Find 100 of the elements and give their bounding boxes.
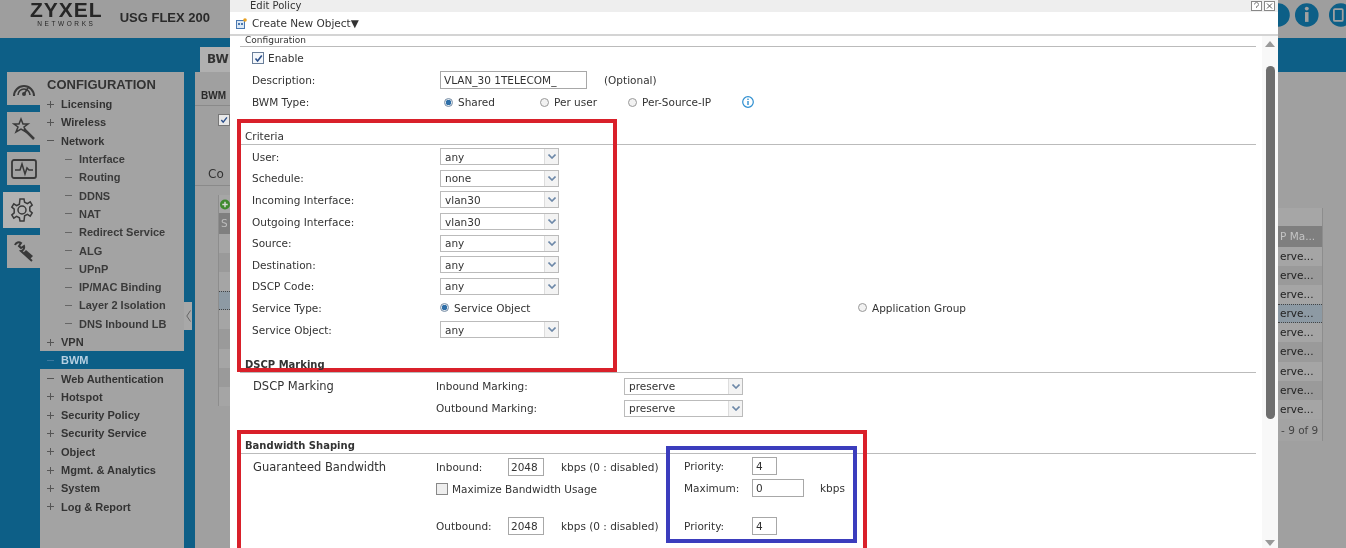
radio-label: Application Group bbox=[872, 301, 966, 314]
plus-icon bbox=[47, 430, 54, 437]
table-row[interactable] bbox=[219, 291, 230, 311]
caret-icon bbox=[547, 219, 556, 225]
dropdown[interactable]: preserve bbox=[624, 377, 743, 395]
menu-item[interactable]: Licensing bbox=[40, 95, 184, 114]
field-label: User: bbox=[252, 150, 281, 163]
checkbox-label: Enable bbox=[268, 52, 304, 64]
sidebar-tab[interactable] bbox=[7, 72, 40, 105]
create-object-menu[interactable]: Create New Object▼ bbox=[252, 17, 359, 29]
header-band bbox=[1278, 38, 1346, 72]
chevron-left-icon bbox=[185, 310, 191, 322]
table-cell[interactable]: erve... bbox=[1278, 266, 1322, 286]
caret-icon bbox=[547, 283, 556, 289]
field-label: Schedule: bbox=[252, 172, 305, 185]
menu-item[interactable]: DDNS bbox=[40, 186, 184, 205]
dropdown[interactable]: any bbox=[440, 321, 559, 339]
field-label: Priority: bbox=[684, 460, 726, 473]
table-cell[interactable]: erve... bbox=[1278, 304, 1322, 324]
checkbox[interactable] bbox=[218, 114, 230, 126]
table-cell[interactable]: erve... bbox=[1278, 361, 1322, 381]
info-icon[interactable] bbox=[742, 96, 754, 108]
sidebar-tab[interactable] bbox=[7, 235, 40, 268]
magic-wand-icon bbox=[11, 116, 36, 141]
radio-button[interactable] bbox=[540, 97, 549, 107]
menu-item[interactable]: System bbox=[40, 479, 184, 498]
hint-text: (Optional) bbox=[604, 74, 657, 86]
dropdown[interactable]: none bbox=[440, 169, 559, 187]
tab[interactable]: BW bbox=[200, 47, 230, 72]
plus-icon bbox=[47, 448, 54, 456]
table-cell[interactable]: erve... bbox=[1278, 323, 1322, 343]
radio-button[interactable] bbox=[858, 303, 867, 313]
table-cell[interactable]: erve... bbox=[1278, 380, 1322, 400]
help-icon[interactable] bbox=[1251, 1, 1262, 11]
table-cell[interactable]: erve... bbox=[1278, 342, 1322, 362]
plus-icon bbox=[47, 393, 54, 401]
dash-icon bbox=[65, 247, 72, 254]
menu-item[interactable]: Routing bbox=[40, 168, 184, 187]
caret-icon bbox=[547, 262, 556, 268]
gear-icon bbox=[9, 198, 34, 222]
group-label: DSCP Marking bbox=[253, 378, 335, 396]
checkbox[interactable] bbox=[252, 52, 264, 64]
sidebar-tab[interactable] bbox=[3, 192, 40, 228]
dropdown[interactable]: vlan30 bbox=[440, 213, 559, 231]
sidebar-tab[interactable] bbox=[7, 112, 40, 145]
menu-item[interactable]: Wireless bbox=[40, 113, 184, 132]
checkbox[interactable] bbox=[436, 483, 448, 496]
menu-item[interactable]: Layer 2 Isolation bbox=[40, 296, 184, 315]
table-cell[interactable]: erve... bbox=[1278, 285, 1322, 305]
input-field[interactable]: 2048 bbox=[508, 517, 544, 536]
input-field[interactable]: 4 bbox=[752, 517, 777, 536]
plus-icon bbox=[47, 484, 54, 492]
dropdown[interactable]: any bbox=[440, 256, 559, 274]
field-label: Outbound Marking: bbox=[436, 402, 539, 415]
logo: ZYXEL bbox=[30, 0, 103, 19]
field-label: Inbound: bbox=[436, 461, 484, 474]
radio-label: Service Object bbox=[454, 301, 531, 314]
scrollbar[interactable] bbox=[1262, 36, 1278, 548]
radio-button[interactable] bbox=[444, 97, 453, 107]
dropdown[interactable]: preserve bbox=[624, 399, 743, 417]
menu-item[interactable]: ALG bbox=[40, 241, 184, 260]
checkbox-label: Maximize Bandwidth Usage bbox=[452, 483, 598, 496]
close-icon[interactable] bbox=[1264, 1, 1275, 11]
radio-button[interactable] bbox=[440, 303, 449, 313]
dropdown[interactable]: any bbox=[440, 148, 559, 166]
plus-icon bbox=[47, 100, 54, 108]
radio-button[interactable] bbox=[628, 97, 637, 107]
input-field[interactable]: 2048 bbox=[508, 458, 544, 477]
menu-item[interactable]: Security Policy bbox=[40, 406, 184, 425]
radio-label: Per-Source-IP bbox=[642, 96, 712, 108]
input-field[interactable]: 4 bbox=[752, 457, 777, 476]
menu-item[interactable]: Redirect Service bbox=[40, 223, 184, 242]
table-row[interactable] bbox=[219, 272, 230, 292]
section-heading: Bandwidth Shaping bbox=[240, 436, 1256, 455]
input-field[interactable]: 0 bbox=[752, 479, 804, 498]
logout-icon[interactable] bbox=[1328, 2, 1346, 28]
input-field[interactable]: VLAN_30 1TELECOM_ bbox=[440, 71, 587, 89]
product-name: USG FLEX 200 bbox=[119, 10, 210, 25]
menu-item[interactable]: Security Service bbox=[40, 424, 184, 443]
section-heading: Criteria bbox=[240, 126, 1256, 145]
table-cell[interactable]: erve... bbox=[1278, 247, 1322, 267]
field-label: Inbound Marking: bbox=[436, 380, 529, 393]
table-cell[interactable]: erve... bbox=[1278, 399, 1322, 419]
plus-icon bbox=[47, 503, 54, 511]
scroll-up-icon[interactable] bbox=[1265, 41, 1275, 47]
dropdown[interactable]: vlan30 bbox=[440, 191, 559, 209]
caret-icon bbox=[547, 327, 556, 333]
dropdown[interactable]: any bbox=[440, 234, 559, 252]
info-icon[interactable] bbox=[1293, 2, 1320, 28]
dropdown[interactable]: any bbox=[440, 277, 559, 295]
caret-icon bbox=[547, 175, 556, 181]
field-label: BWM Type: bbox=[252, 96, 311, 108]
collapse-handle[interactable] bbox=[184, 302, 192, 330]
plus-icon bbox=[47, 118, 54, 126]
sidebar-tab[interactable] bbox=[7, 152, 40, 185]
caret-icon bbox=[731, 383, 740, 389]
scroll-down-icon[interactable] bbox=[1265, 540, 1275, 546]
menu-item[interactable]: Web Authentication bbox=[40, 369, 184, 388]
field-label: DSCP Code: bbox=[252, 280, 316, 293]
field-label: Outbound: bbox=[436, 520, 493, 533]
